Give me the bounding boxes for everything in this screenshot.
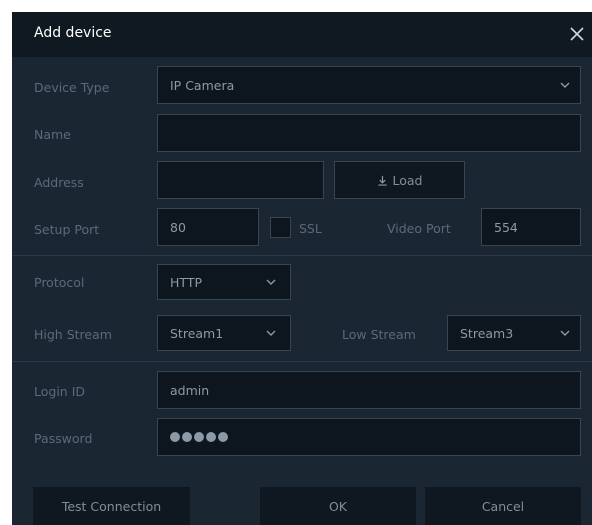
add-device-dialog: Add device Device Type IP Camera Name Ad… [12,12,592,525]
name-label: Name [34,127,71,142]
load-button[interactable]: Load [334,161,465,199]
password-dot [170,431,180,442]
address-input[interactable] [157,161,324,199]
low-stream-select[interactable]: Stream3 [447,315,581,351]
video-port-label: Video Port [387,221,451,236]
ssl-label: SSL [299,221,322,236]
password-dot [218,431,228,442]
section-divider [12,361,592,362]
high-stream-label: High Stream [34,327,112,342]
load-button-label: Load [392,172,423,188]
name-input[interactable] [157,114,581,152]
video-port-value: 554 [494,219,518,235]
address-label: Address [34,175,84,190]
protocol-value: HTTP [170,274,202,290]
ok-label: OK [328,498,348,514]
password-dot [194,431,204,442]
device-type-select[interactable]: IP Camera [157,66,581,104]
chevron-down-icon [266,279,276,285]
chevron-down-icon [560,330,570,336]
password-dot [182,431,192,442]
setup-port-label: Setup Port [34,222,100,237]
test-connection-button[interactable]: Test Connection [33,487,190,525]
login-id-value: admin [170,382,210,398]
high-stream-value: Stream1 [170,325,224,341]
high-stream-select[interactable]: Stream1 [157,315,291,351]
login-id-input[interactable]: admin [157,371,581,409]
section-divider [12,255,592,256]
device-type-value: IP Camera [170,77,235,93]
low-stream-value: Stream3 [460,325,514,341]
ok-button[interactable]: OK [260,487,416,525]
password-mask [170,430,230,445]
password-input[interactable] [157,418,581,456]
close-icon[interactable] [566,23,588,45]
dialog-titlebar: Add device [12,12,592,57]
test-connection-label: Test Connection [61,498,162,514]
login-id-label: Login ID [34,384,86,399]
cancel-button[interactable]: Cancel [425,487,581,525]
password-label: Password [34,431,93,446]
protocol-label: Protocol [34,275,85,290]
chevron-down-icon [560,82,570,88]
password-dot [206,431,216,442]
dialog-title: Add device [34,25,112,41]
ssl-checkbox[interactable] [270,217,291,238]
dialog-footer: Test Connection OK Cancel [12,475,592,525]
chevron-down-icon [266,330,276,336]
low-stream-label: Low Stream [342,327,416,342]
device-type-label: Device Type [34,80,110,95]
cancel-label: Cancel [481,498,525,514]
setup-port-input[interactable]: 80 [157,208,259,246]
protocol-select[interactable]: HTTP [157,264,291,300]
video-port-input[interactable]: 554 [481,208,581,246]
download-icon [377,175,387,186]
setup-port-value: 80 [170,219,186,235]
